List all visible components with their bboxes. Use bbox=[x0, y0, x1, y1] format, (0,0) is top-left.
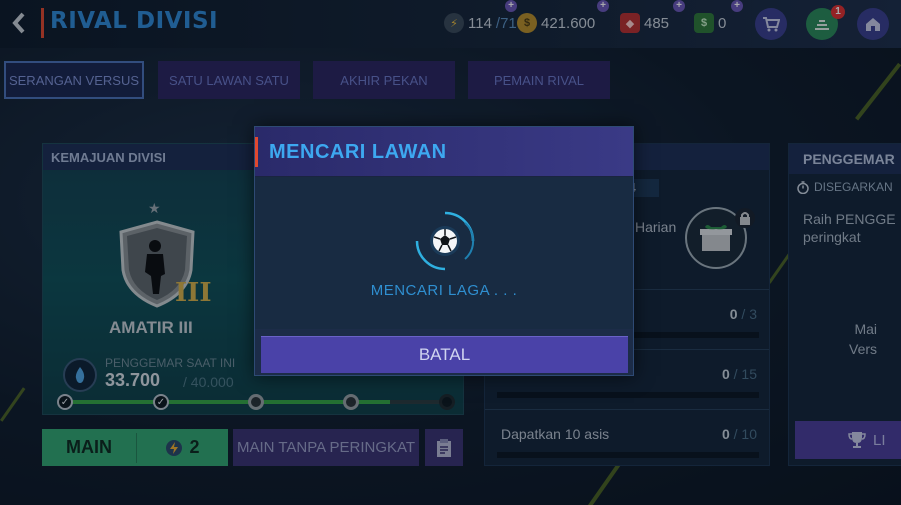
cancel-button[interactable]: BATAL bbox=[261, 336, 628, 373]
searching-status: MENCARI LAGA . . . bbox=[370, 282, 518, 299]
dialog-title: MENCARI LAWAN bbox=[269, 141, 447, 163]
loading-spinner-icon bbox=[415, 211, 475, 271]
dialog-accent bbox=[255, 137, 258, 167]
dialog-header: MENCARI LAWAN bbox=[255, 127, 633, 177]
matchmaking-dialog: MENCARI LAWAN MENCARI LAGA . . . BATAL bbox=[254, 126, 634, 376]
